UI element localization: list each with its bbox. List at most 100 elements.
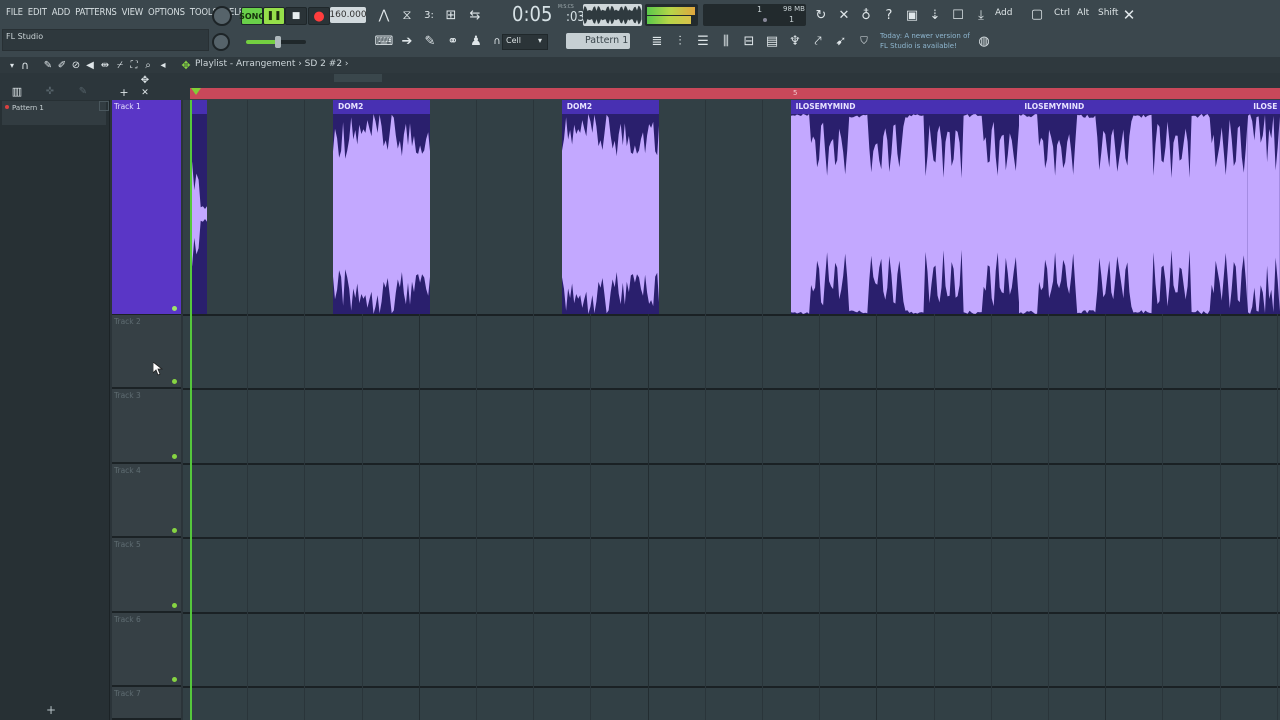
pattern-selector[interactable]: Pattern 1: [566, 33, 630, 49]
slip-tool-icon[interactable]: ⇹: [97, 57, 113, 73]
track-mute-led[interactable]: [172, 306, 177, 311]
edit-icon[interactable]: ✎: [75, 83, 91, 99]
playhead-marker[interactable]: [191, 88, 201, 95]
audio-clip[interactable]: [190, 100, 208, 314]
arrange-icon[interactable]: ✜: [42, 83, 58, 99]
master-volume-slider[interactable]: [246, 36, 306, 48]
close-icon[interactable]: ✕: [1121, 6, 1137, 24]
tempo-display[interactable]: 160.000: [329, 7, 367, 23]
menu-file[interactable]: FILE: [6, 7, 23, 18]
menu-options[interactable]: OPTIONS: [148, 7, 185, 18]
news-panel[interactable]: Today: A newer version of FL Studio is a…: [880, 31, 978, 51]
pattern-picker-icon[interactable]: ▥: [9, 83, 25, 99]
track-header-4[interactable]: Track 4: [112, 464, 181, 538]
clip-header[interactable]: [190, 100, 208, 114]
window-icon[interactable]: ▢: [1029, 6, 1045, 22]
record-button[interactable]: ●: [308, 7, 330, 25]
wait-input-icon[interactable]: ⧖: [399, 7, 415, 23]
refresh-icon[interactable]: ↻: [813, 7, 829, 23]
save-icon[interactable]: ▣: [904, 7, 920, 23]
audio-clip[interactable]: ILOSE: [1248, 100, 1280, 314]
microphone-icon[interactable]: ♁: [858, 7, 874, 23]
menu-add[interactable]: ADD: [52, 7, 71, 18]
track-header-2[interactable]: Track 2: [112, 315, 181, 389]
pencil-icon[interactable]: ✎: [422, 33, 438, 49]
track-header-1[interactable]: Track 1: [112, 100, 181, 316]
track-mute-led[interactable]: [172, 603, 177, 608]
snap-magnet-icon[interactable]: ∩: [17, 57, 33, 73]
menu-edit[interactable]: EDIT: [28, 7, 47, 18]
clip-header[interactable]: DOM2: [333, 100, 431, 114]
download-icon[interactable]: ⤓: [973, 7, 989, 23]
pat-song-toggle[interactable]: SONG: [239, 7, 265, 25]
clipboard-icon[interactable]: ▤: [764, 33, 780, 49]
audio-clip[interactable]: DOM2: [333, 100, 431, 314]
link-icon[interactable]: ⚭: [445, 33, 461, 49]
loop-record-icon[interactable]: ⇆: [467, 7, 483, 23]
browser-icon[interactable]: ⊟: [741, 33, 757, 49]
playback-tool-icon[interactable]: ◂: [155, 57, 171, 73]
ctrl-key[interactable]: Ctrl: [1054, 8, 1070, 18]
grid-line: [476, 100, 477, 720]
loop-region[interactable]: [190, 88, 1280, 99]
add-track-icon[interactable]: +: [116, 84, 132, 100]
piano-roll-icon[interactable]: ⫶: [672, 33, 688, 49]
track-header-3[interactable]: Track 3: [112, 389, 181, 464]
clip-header[interactable]: ILOSEMYMIND: [790, 100, 1020, 114]
pattern-name: Pattern 1: [12, 104, 44, 112]
cart-icon[interactable]: ⛉: [856, 33, 872, 49]
step-edit-icon[interactable]: ⊞: [443, 7, 459, 23]
remove-icon[interactable]: ✕: [137, 85, 153, 101]
track-header-6[interactable]: Track 6: [112, 613, 181, 687]
track-mute-led[interactable]: [172, 677, 177, 682]
clip-header[interactable]: ILOSE: [1248, 100, 1280, 114]
chat-icon[interactable]: ☐: [950, 7, 966, 23]
audio-clip[interactable]: ILOSEMYMIND: [1019, 100, 1249, 314]
cpu-memory-panel[interactable]: 1 98 MB 1: [703, 4, 806, 26]
plugin-icon[interactable]: ♆: [787, 33, 803, 49]
track-mute-led[interactable]: [172, 528, 177, 533]
alt-key[interactable]: Alt: [1077, 8, 1089, 18]
clip-header[interactable]: DOM2: [561, 100, 660, 114]
clip-waveform: [561, 114, 659, 314]
track-header-7[interactable]: Track 7: [112, 687, 181, 720]
countdown-icon[interactable]: 3:: [421, 7, 437, 23]
playlist-grid[interactable]: DOM2 DOM2 ILOSEMYMIND ILOSEMYMIND ILOSE: [183, 100, 1280, 720]
track-mute-led[interactable]: [172, 379, 177, 384]
mixer-icon[interactable]: ⫼: [718, 33, 734, 49]
cut-tool-icon[interactable]: ✕: [836, 7, 852, 23]
master-pitch-knob[interactable]: [212, 6, 232, 26]
menu-view[interactable]: VIEW: [122, 7, 144, 18]
channel-rack-icon[interactable]: ☰: [695, 33, 711, 49]
panel-scroll-handle[interactable]: [99, 101, 109, 111]
pause-button[interactable]: ❚❚: [263, 7, 285, 25]
clip-header[interactable]: ILOSEMYMIND: [1019, 100, 1249, 114]
metronome-icon[interactable]: ⋀: [376, 7, 392, 23]
stamp-icon[interactable]: ♟: [468, 33, 484, 49]
zoom-tool-icon[interactable]: ⌕: [140, 57, 156, 73]
mute-tool-icon[interactable]: ◀: [82, 57, 98, 73]
brush-icon[interactable]: ⤤: [810, 33, 826, 49]
audio-clip[interactable]: DOM2: [561, 100, 660, 314]
snap-selector[interactable]: Cell ▾: [502, 34, 548, 50]
globe-icon[interactable]: ◍: [976, 33, 992, 49]
oscilloscope-monitor[interactable]: [583, 4, 642, 26]
send-icon[interactable]: ➹: [833, 33, 849, 49]
main-volume-knob[interactable]: [212, 33, 230, 51]
playlist-icon[interactable]: ≣: [649, 33, 665, 49]
audio-clip[interactable]: ILOSEMYMIND: [790, 100, 1020, 314]
arrow-right-icon[interactable]: ➔: [399, 33, 415, 49]
horizontal-scrollbar[interactable]: [334, 74, 382, 82]
typing-keyboard-icon[interactable]: ⌨: [375, 33, 394, 49]
shift-key[interactable]: Shift: [1098, 8, 1118, 18]
menu-patterns[interactable]: PATTERNS: [75, 7, 117, 18]
help-icon[interactable]: ?: [881, 7, 897, 23]
export-icon[interactable]: ⇣: [927, 7, 943, 23]
pattern-list-item[interactable]: Pattern 1: [2, 101, 106, 125]
track-mute-led[interactable]: [172, 454, 177, 459]
stop-button[interactable]: ■: [285, 7, 307, 25]
add-pattern-icon[interactable]: +: [46, 703, 56, 717]
add-key[interactable]: Add: [995, 8, 1012, 18]
track-header-5[interactable]: Track 5: [112, 538, 181, 613]
time-display[interactable]: 0:05 :03 M:S:CS: [512, 2, 585, 28]
